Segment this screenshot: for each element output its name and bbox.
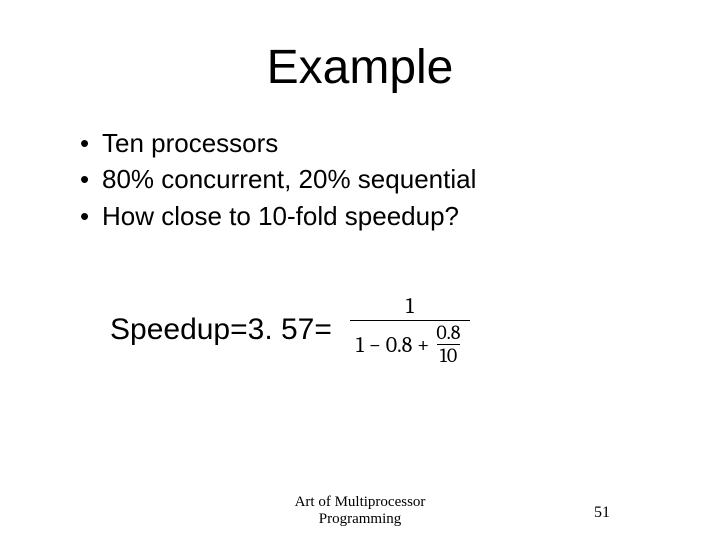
inner-denominator: 10 <box>437 344 461 366</box>
slide-title: Example <box>50 40 670 95</box>
list-item: Ten processors <box>80 125 670 161</box>
slide: Example Ten processors 80% concurrent, 2… <box>0 0 720 540</box>
inner-fraction: 0.8 10 <box>433 323 463 366</box>
fraction: 1 1 − 0.8 + 0.8 10 <box>350 294 470 366</box>
footer-text: Art of Multiprocessor Programming <box>260 494 460 528</box>
fraction-denominator: 1 − 0.8 + 0.8 10 <box>350 320 470 366</box>
bullet-list: Ten processors 80% concurrent, 20% seque… <box>50 125 670 234</box>
fraction-numerator: 1 <box>400 294 420 320</box>
page-number: 51 <box>594 504 610 522</box>
speedup-equation: Speedup=3. 57= 1 1 − 0.8 + 0.8 10 <box>50 294 670 366</box>
list-item: 80% concurrent, 20% sequential <box>80 161 670 197</box>
footer: Art of Multiprocessor Programming <box>0 494 720 528</box>
speedup-label: Speedup=3. 57= <box>110 313 332 347</box>
inner-numerator: 0.8 <box>433 323 463 344</box>
denominator-prefix: 1 − 0.8 + <box>356 333 429 357</box>
list-item: How close to 10-fold speedup? <box>80 198 670 234</box>
